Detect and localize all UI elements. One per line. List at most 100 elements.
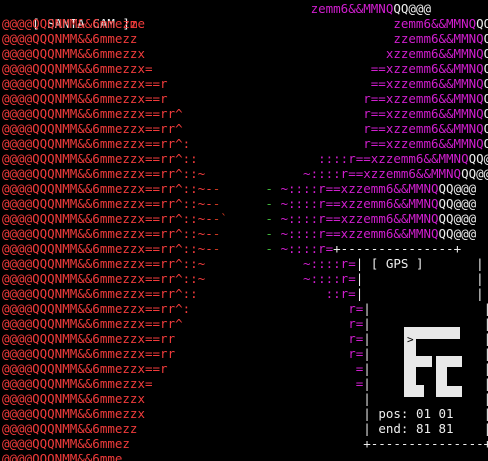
scene-chars-red: @@@@QQQNMM&&6mmezzx==rr^ [2, 121, 183, 136]
scene-chars-white: | | [355, 271, 484, 286]
scene-chars-white: QQ@@@ [393, 1, 432, 16]
scene-chars-red: @@@@QQQNMM&&6mmezzx [2, 391, 145, 406]
scene-chars-white: QQ@@@ [438, 211, 477, 226]
scene-chars-green: - [265, 241, 273, 256]
scene-space [145, 406, 363, 421]
scene-row: @@@@QQQNMM&&6mmezzx==rr^: r==xzzemm6&&MM… [2, 136, 488, 151]
scene-space [190, 301, 348, 316]
scene-row: @@@@QQQNMM&&6mmezzx= ==xzzemm6&&MMNQQQ@@… [2, 61, 488, 76]
scene-row: @@@@QQQNMM&&6mmezzx==rr^ r==xzzemm6&&MMN… [2, 121, 488, 136]
scene-chars-magenta: r= [348, 316, 364, 331]
scene-chars-magenta: zzemm6&&MMNQ [393, 31, 484, 46]
scene-chars-red: @@@@QQQNMM&&6mmezzx==rr^:: [2, 151, 198, 166]
scene-chars-white: QQ@@@ [438, 226, 477, 241]
scene-chars-white: | [453, 406, 488, 421]
scene-chars-green: - [265, 226, 273, 241]
scene-chars-red: @@@@QQQNMM&&6mme [2, 451, 123, 461]
scene-chars-white: [ GPS ] [370, 256, 424, 271]
scene-chars-white: | [355, 256, 371, 271]
scene-space [220, 226, 265, 241]
scene-chars-white: pos: 01 01 [378, 406, 454, 421]
scene-row: @@@@QQQNMM&&6mme [2, 451, 122, 461]
scene-space [122, 1, 310, 16]
scene-chars-white: +---------------+ [363, 436, 488, 451]
scene-chars-red: @@@@QQQNMM&&6mmezzx [2, 46, 145, 61]
scene-chars-white: | [423, 256, 484, 271]
scene-chars-magenta: ~::::r= [280, 241, 334, 256]
scene-chars-white: QQ@@@ [483, 121, 488, 136]
scene-space [205, 166, 303, 181]
scene-row: @@@@QQQNMM&&6mmezz | end: 81 81 | [2, 421, 488, 436]
scene-row: @@@@QQQNMM&&6mmez +---------------+ [2, 436, 488, 451]
scene-chars-white: QQ@@@ [483, 76, 488, 91]
scene-chars-white: | | [363, 301, 488, 316]
scene-chars-magenta: r= [348, 301, 364, 316]
scene-chars-red: @@@@QQQNMM&&6mmez [2, 436, 130, 451]
scene-space [220, 181, 265, 196]
scene-space [168, 361, 356, 376]
logo-stroke [404, 356, 432, 367]
scene-chars-green: - [265, 211, 273, 226]
scene-chars-red: @@@@QQQNMM&&6mmezzx==rr^::~ [2, 166, 206, 181]
scene-chars-red: @@@@QQQNMM&&6mmezzx==rr^:: [2, 286, 198, 301]
scene-space [190, 136, 363, 151]
scene-space [183, 316, 349, 331]
scene-chars-white: QQ@@@ [438, 181, 477, 196]
scene-space [183, 121, 364, 136]
logo-dot [416, 385, 424, 397]
scene-row: @@@@QQQNMM&&6mmezz zzemm6&&MMNQQQ@@@ [2, 31, 488, 46]
scene-chars-white: +---------------+ [333, 241, 462, 256]
scene-row: @@@@QQQNMM&&6mmezzx==rr^::~--` - ~::::r=… [2, 211, 476, 226]
scene-space [153, 376, 356, 391]
game-screen: [ SANTA CAM ]me [ SANTA CAM ] me zemm6&&… [0, 0, 488, 461]
scene-chars-red: @@@@QQQNMM&&6mmezzx==rr^::~- [2, 211, 213, 226]
scene-chars-white: | | [355, 286, 484, 301]
scene-space [198, 151, 318, 166]
scene-chars-white: QQ@@@ [438, 196, 477, 211]
scene-chars-magenta: ~::::r==xzzemm6&&MMNQ [303, 166, 462, 181]
scene-chars-magenta: r==xzzemm6&&MMNQ [363, 121, 484, 136]
scene-row: @@@@QQQNMM&&6mmezzx==rr^: r=| | [2, 301, 488, 316]
scene-chars-magenta: ==xzzemm6&&MMNQ [370, 61, 484, 76]
scene-chars-red: @@@@QQQNMM&&6mmezzx==rr [2, 331, 176, 346]
scene-space [145, 391, 363, 406]
scene-row: @@@@QQQNMM&&6mmezzx==rr^::~-- - ~::::r==… [2, 226, 476, 241]
scene-chars-white: QQ@@@ [483, 46, 488, 61]
scene-space [153, 61, 371, 76]
scene-space [228, 211, 266, 226]
scene-space [205, 271, 303, 286]
scene-space [205, 256, 303, 271]
scene-chars-magenta: ~::::r==xzzemm6&&MMNQ [280, 196, 439, 211]
scene-chars-white: | [363, 421, 379, 436]
scene-chars-red: @@@@QQQNMM&&6mmezzx==rr^::~ [2, 256, 206, 271]
scene-chars-white: QQ@@@ [483, 61, 488, 76]
scene-row: @@@@QQQNMM&&6mmezzx==rr^::~ ~::::r==xzze… [2, 166, 488, 181]
scene-space [168, 76, 371, 91]
scene-chars-red: @@@@QQQNMM&&6mmezzx==rr^::~- [2, 241, 213, 256]
scene-chars-red: @@@@QQQNMM&&6mmezzx==r [2, 76, 168, 91]
scene-space [175, 346, 348, 361]
scene-row: @@@@QQQNMM&&6mmezzx==r r==xzzemm6&&MMNQQ… [2, 91, 488, 106]
gps-cursor: > [407, 333, 414, 346]
scene-chars-red: @@@@QQQNMM&&6mmezzx==rr^ [2, 106, 183, 121]
scene-chars-white: | [363, 406, 379, 421]
scene-row: @@@@QQQNMM&&6mmezzx==rr^:: ::r=| | [2, 286, 484, 301]
scene-chars-white: | [453, 421, 488, 436]
scene-chars-white: QQ@@@ [483, 31, 488, 46]
scene-chars-red: @@@@QQQNMM&&6mmezz [2, 31, 138, 46]
scene-row: @@@@QQQNMM&&6mmezzx==rr^::~ ~::::r=| | [2, 271, 484, 286]
scene-chars-red: @@@@QQQNMM&&6mmezzx==rr^: [2, 136, 191, 151]
scene-chars-magenta: xzzemm6&&MMNQ [385, 46, 484, 61]
scene-chars-magenta: r= [348, 346, 364, 361]
scene-chars-magenta: r==xzzemm6&&MMNQ [363, 136, 484, 151]
scene-chars-white: QQ@@@ [483, 106, 488, 121]
scene-chars-white: QQ@@@ [483, 91, 488, 106]
scene-row: @@@@QQQNMM&&6mmezzx==rr^::~-- - ~::::r=+… [2, 241, 461, 256]
gps-map-logo-icon: > [396, 327, 466, 397]
scene-space [130, 436, 363, 451]
scene-space [145, 46, 386, 61]
scene-space [198, 286, 326, 301]
scene-chars-red: @@@@QQQNMM&&6mmezzx= [2, 376, 153, 391]
scene-chars-magenta: ~::::r==xzzemm6&&MMNQ [280, 211, 439, 226]
scene-chars-magenta: zemm6&&MMNQ [393, 16, 477, 31]
